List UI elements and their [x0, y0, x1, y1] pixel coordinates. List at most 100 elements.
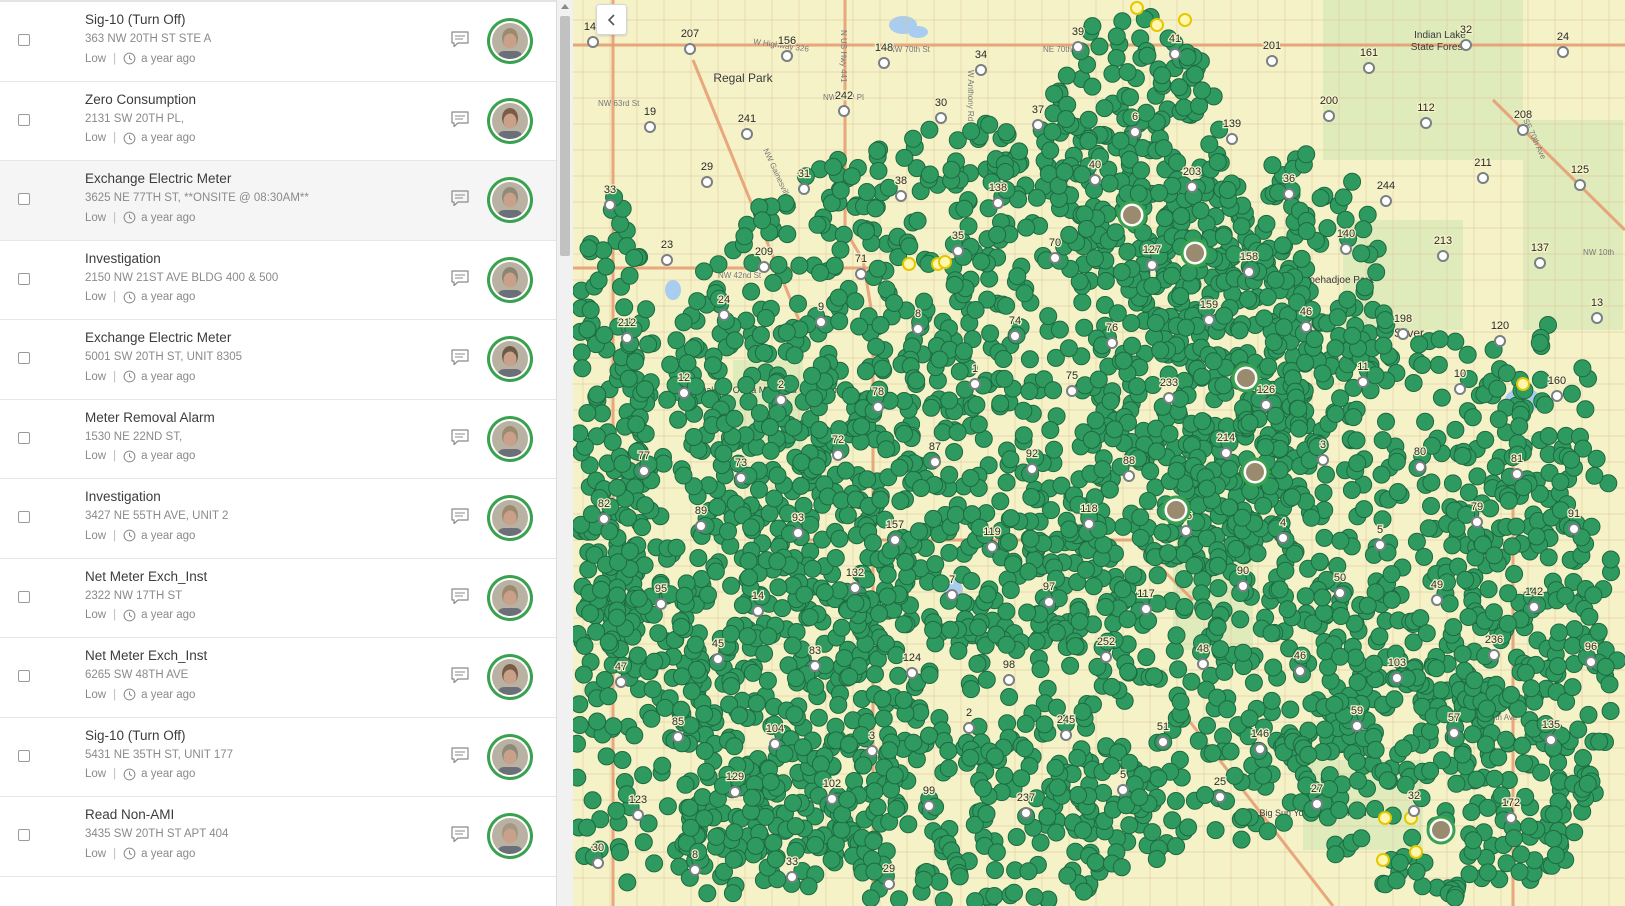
cluster-badge-icon: [1557, 46, 1569, 58]
map-marker: [1584, 586, 1603, 605]
map-marker: [1544, 805, 1563, 824]
work-order-row[interactable]: Exchange Electric Meter 5001 SW 20TH ST,…: [0, 320, 556, 400]
row-checkbox[interactable]: [18, 193, 30, 205]
assignee-avatar[interactable]: [487, 256, 533, 303]
map-marker: [940, 391, 959, 410]
map-marker: [1035, 715, 1054, 734]
map-marker: [1311, 189, 1330, 207]
cluster-badge-icon: [735, 472, 747, 484]
map-marker: [618, 873, 637, 892]
map-marker: [1155, 209, 1174, 228]
assignee-avatar[interactable]: [487, 733, 533, 780]
work-order-row[interactable]: Exchange Electric Meter 3625 NE 77TH ST,…: [0, 161, 556, 241]
map-marker: [895, 148, 914, 167]
map-marker: [1338, 290, 1357, 309]
work-order-row[interactable]: Investigation 2150 NW 21ST AVE BLDG 400 …: [0, 241, 556, 320]
row-checkbox[interactable]: [18, 352, 30, 364]
assignee-avatar[interactable]: [487, 654, 533, 700]
map-marker: [1145, 667, 1163, 686]
assignee-avatar[interactable]: [487, 415, 533, 462]
comment-icon[interactable]: [450, 665, 470, 685]
cluster-badge-icon: [1534, 257, 1546, 269]
map-marker: [1422, 497, 1440, 515]
assignee-avatar[interactable]: [487, 574, 533, 621]
comment-icon[interactable]: [450, 824, 470, 844]
cluster-count-text: 139: [1223, 118, 1241, 130]
map-marker: [1031, 833, 1050, 852]
map-marker: [773, 599, 792, 618]
work-order-row[interactable]: Read Non-AMI 3435 SW 20TH ST APT 404 Low…: [0, 797, 556, 877]
map-marker: [1273, 236, 1292, 255]
cluster-badge-icon: [644, 121, 656, 133]
work-order-meta: Low | a year ago: [85, 688, 195, 701]
row-checkbox[interactable]: [18, 34, 30, 46]
row-checkbox[interactable]: [18, 272, 30, 285]
assignee-avatar[interactable]: [487, 495, 533, 541]
scroll-up-arrow-icon[interactable]: [561, 4, 569, 9]
scroll-thumb[interactable]: [560, 16, 570, 256]
cluster-badge-icon: [1180, 525, 1192, 537]
cluster-badge-icon: [1317, 454, 1329, 466]
map-marker: [643, 680, 662, 699]
cluster-badge-icon: [661, 254, 673, 266]
work-order-row[interactable]: Net Meter Exch_Inst 2322 NW 17TH ST Low …: [0, 559, 556, 638]
technician-photo: [1246, 463, 1264, 481]
comment-icon[interactable]: [450, 427, 470, 447]
assignee-avatar[interactable]: [487, 177, 533, 223]
map-marker: [829, 695, 848, 714]
row-checkbox[interactable]: [18, 113, 30, 126]
map-marker: [1262, 691, 1281, 710]
cluster-badge-icon: [1528, 601, 1540, 613]
comment-icon[interactable]: [450, 268, 470, 288]
cluster-count-text: 36: [1283, 173, 1295, 185]
cluster-count-text: 244: [1377, 180, 1395, 192]
work-order-row[interactable]: Meter Removal Alarm 1530 NE 22ND ST, Low…: [0, 400, 556, 479]
meta-divider: |: [113, 52, 117, 65]
row-checkbox[interactable]: [18, 590, 30, 603]
map-marker: [1334, 188, 1353, 207]
assignee-avatar[interactable]: [487, 336, 533, 382]
comment-icon[interactable]: [450, 745, 470, 765]
map-marker: [1497, 364, 1516, 383]
map-marker: [1453, 446, 1472, 465]
comment-icon[interactable]: [450, 188, 470, 208]
map-marker: [1427, 659, 1446, 678]
map-marker: [1039, 307, 1058, 326]
row-checkbox[interactable]: [18, 829, 30, 841]
technician-photo: [1167, 501, 1185, 519]
work-order-row[interactable]: Sig-10 (Turn Off) 5431 NE 35TH ST, UNIT …: [0, 718, 556, 797]
map-view[interactable]: Regal Park Indian Lake State Forest Coehadj…: [573, 0, 1625, 906]
cluster-badge-icon: [929, 456, 941, 468]
work-order-meta: Low | a year ago: [85, 132, 195, 145]
comment-icon[interactable]: [450, 29, 470, 49]
comment-icon[interactable]: [450, 347, 470, 367]
clock-icon: [123, 609, 136, 621]
comment-icon[interactable]: [450, 109, 470, 129]
comment-icon[interactable]: [450, 506, 470, 526]
work-order-row[interactable]: Zero Consumption 2131 SW 20TH PL, Low | …: [0, 82, 556, 161]
map-marker: [922, 398, 941, 417]
map-marker: [1562, 384, 1581, 403]
work-order-row[interactable]: Investigation 3427 NE 55TH AVE, UNIT 2 L…: [0, 479, 556, 559]
assignee-avatar[interactable]: [487, 18, 533, 64]
map-marker: [1050, 320, 1069, 339]
assignee-avatar[interactable]: [487, 97, 533, 144]
row-checkbox[interactable]: [18, 511, 30, 523]
row-checkbox[interactable]: [18, 431, 30, 444]
map-marker: [1149, 769, 1168, 788]
map-marker: [1266, 406, 1285, 425]
work-order-row[interactable]: Sig-10 (Turn Off) 363 NW 20TH ST STE A L…: [0, 2, 556, 82]
map-marker: [689, 549, 708, 567]
cluster-badge-icon: [718, 309, 730, 321]
map-marker: [1170, 78, 1189, 97]
list-scrollbar[interactable]: [557, 0, 573, 906]
comment-icon[interactable]: [450, 586, 470, 606]
map-canvas[interactable]: Regal ParkIndian LakeState ForestCoehadj…: [573, 0, 1625, 906]
assignee-avatar[interactable]: [487, 813, 533, 859]
row-checkbox[interactable]: [18, 749, 30, 762]
map-marker: [1460, 865, 1479, 884]
collapse-panel-button[interactable]: [596, 4, 627, 35]
row-checkbox[interactable]: [18, 670, 30, 682]
map-marker: [1079, 132, 1098, 150]
work-order-row[interactable]: Net Meter Exch_Inst 6265 SW 48TH AVE Low…: [0, 638, 556, 718]
